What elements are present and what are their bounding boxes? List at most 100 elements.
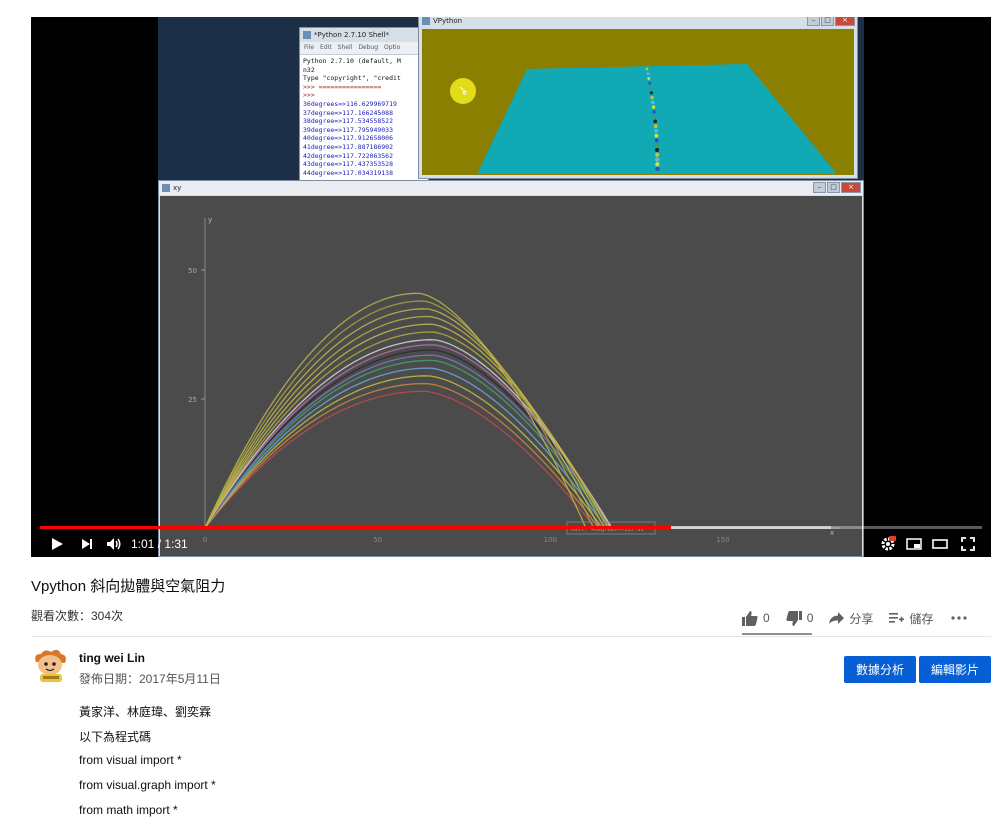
y-tick-label: 50 [188,267,197,275]
trail-dot [650,95,654,100]
minimize-icon: – [807,17,820,26]
close-icon: × [835,17,855,26]
trail-dot [655,162,660,167]
shell-line: 37degree=>117.166245088 [303,108,394,117]
trail-dot [651,105,656,109]
miniplayer-icon [906,538,922,550]
dislike-count: 0 [806,611,814,625]
analytics-button[interactable]: 數據分析 [844,656,916,683]
volume-button[interactable] [103,533,125,555]
description-line: 黃家洋、林庭瑋、劉奕霖 [79,705,212,719]
progress-played [40,526,672,529]
more-icon [951,616,968,620]
shell-line: 43degree=>117.437353528 [303,160,394,169]
xy-window-buttons: – □ × [813,182,861,193]
progress-bar[interactable] [40,526,982,529]
shell-line: >>> ================ [303,82,382,91]
trail-dot [655,147,660,152]
y-tick-label: 25 [188,396,197,404]
shell-menu-item: File [304,44,315,51]
trail-dot [654,138,659,143]
next-button[interactable] [77,533,97,555]
trail-dot [651,100,655,105]
avatar[interactable] [31,648,69,684]
share-label: 分享 [849,611,874,626]
divider [31,636,991,637]
shell-menu-item: Shell [337,44,353,51]
play-icon [52,538,63,550]
shell-menu-bar: File Edit Shell Debug Optio [300,42,428,55]
shell-line: 38degree=>117.534558522 [303,117,394,126]
trail-dot [655,152,660,157]
trail-dot [646,72,650,76]
save-button[interactable]: 儲存 [889,610,933,627]
shell-menu-item: Optio [384,44,401,51]
video-player[interactable]: *Python 2.7.10 Shell* File Edit Shell Debug… [31,17,991,557]
vpython-window-title: VPython [419,17,857,28]
video-title: Vpython 斜向拋體與空氣阻力 [31,578,226,595]
trail-dot [647,77,651,80]
trail-dot [652,114,657,119]
thumb-up-icon [742,610,758,626]
save-label: 儲存 [909,611,934,626]
settings-button[interactable] [877,533,899,555]
y-axis-label: y [208,216,212,224]
view-count: 觀看次數：304次 [31,609,124,623]
shell-output: Python 2.7.10 (default, Mn32 Type "copyri… [300,55,428,187]
trajectory-chart: 25500 50 100 150yxball: +degrees=>117.91 [188,216,840,544]
trail-dot [649,91,653,95]
playlist-add-icon [889,612,905,623]
trajectory-line [204,390,596,529]
vpython-3d-view [450,64,837,174]
theater-icon [932,539,948,549]
close-icon: × [841,182,861,193]
shell-line: 40degree=>117.912658006 [303,134,394,143]
theater-button[interactable] [929,533,951,555]
trajectory-line [204,323,609,529]
share-button[interactable]: 分享 [829,610,873,627]
channel-avatar-image [35,649,66,682]
settings-icon [881,536,896,551]
fullscreen-button[interactable] [957,533,979,555]
shell-line: >>> [303,91,315,100]
trail-dot [655,157,660,162]
trail-dot [645,67,649,71]
edit-video-button[interactable]: 編輯影片 [919,656,991,683]
description-line: from visual import * [79,753,182,767]
channel-name[interactable]: ting wei Lin [79,651,145,665]
trail-dot [654,133,659,138]
shell-line: 39degree=>117.795949033 [303,125,394,134]
maximize-icon: □ [827,182,840,193]
trail-dot [648,81,652,85]
time-display: 1:01 / 1:31 [131,537,188,551]
vpython-window-buttons: – □ × [807,17,855,26]
like-button[interactable]: 0 [742,610,770,626]
next-icon [82,539,92,549]
publish-date: 發佈日期：2017年5月11日 [79,672,221,686]
like-count: 0 [763,611,770,625]
trajectory-line [204,331,611,529]
xy-plot-area: 25 50 0 50 100 150 y x ball: +degrees=>117.91 [160,196,862,556]
description-line: from math import * [79,803,178,817]
miniplayer-button[interactable] [903,533,925,555]
shell-line: n32 [303,65,315,74]
description-line: from visual.graph import * [79,778,216,792]
vpython-scene [422,29,854,175]
video-frame: *Python 2.7.10 Shell* File Edit Shell Debug… [158,17,864,557]
dislike-button[interactable]: 0 [786,610,814,626]
description-line: 以下為程式碼 [79,730,152,744]
sentiment-bar [742,633,812,635]
xy-window-title: xy [159,181,863,195]
xy-graph-window: xy – □ × 25 50 0 50 100 150 y x ball: +degrees=>11… [158,180,864,557]
play-button[interactable] [47,533,67,555]
more-button[interactable] [951,616,968,620]
python-shell-window: *Python 2.7.10 Shell* File Edit Shell Debug… [299,27,429,187]
fullscreen-icon [961,537,975,551]
trail-dot [654,143,659,148]
trail-dot [653,124,658,128]
share-icon [829,611,845,624]
shell-window-title: *Python 2.7.10 Shell* [300,28,428,42]
shell-line: Python 2.7.10 (default, M [303,57,401,65]
shell-menu-item: Debug [358,44,379,51]
trail-dot [654,129,658,133]
